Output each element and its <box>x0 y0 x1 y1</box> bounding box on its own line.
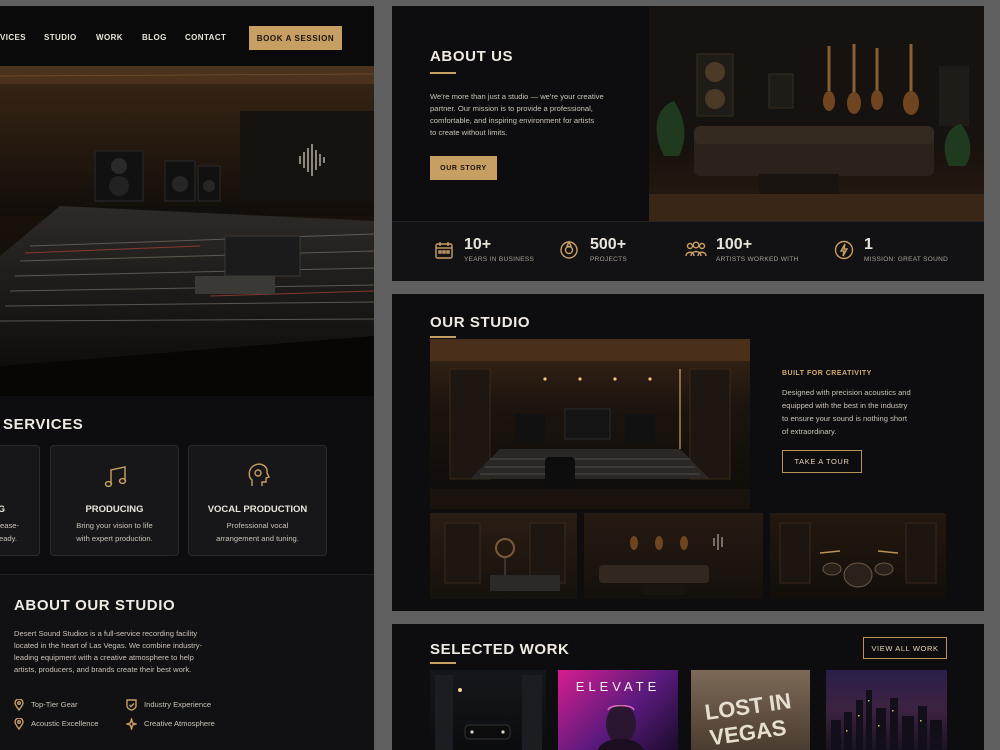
work-cover-night-car[interactable] <box>430 670 546 750</box>
about-studio-line3: leading equipment with a creative atmosp… <box>14 653 194 662</box>
about-us-panel: ABOUT US We're more than just a studio —… <box>392 6 984 281</box>
our-studio-title: OUR STUDIO <box>430 314 531 331</box>
check-shield-icon <box>126 699 137 711</box>
service-producing-title: PRODUCING <box>85 504 144 515</box>
about-us-line4: to create without limits. <box>430 128 508 137</box>
studio-main-image <box>430 339 750 509</box>
cover-elevate-text: ELEVATE <box>576 679 661 694</box>
about-studio-line2: located in the heart of Las Vegas. We co… <box>14 641 203 650</box>
stat-mission-value: 1 <box>864 236 873 253</box>
stat-projects-value: 500+ <box>590 236 627 253</box>
lounge-illustration <box>649 6 984 221</box>
about-studio-section: ABOUT OUR STUDIO Desert Sound Studios is… <box>0 574 374 750</box>
studio-line3: to ensure your sound is nothing short <box>782 414 907 423</box>
cover-skyline-illustration <box>831 690 942 750</box>
about-us-line3: comfortable, and inspiring environment f… <box>430 116 595 125</box>
feature-industry-experience: Industry Experience <box>144 700 212 709</box>
about-studio-line1: Desert Sound Studios is a full-service r… <box>14 629 198 638</box>
nav-studio[interactable]: STUDIO <box>44 33 77 42</box>
pin-icon <box>14 718 24 730</box>
nav-blog[interactable]: BLOG <box>142 33 167 42</box>
about-us-line1: We're more than just a studio — we're yo… <box>430 92 604 101</box>
cover-car-illustration <box>435 675 542 750</box>
selected-work-title: SELECTED WORK <box>430 641 570 658</box>
selected-work-panel: SELECTED WORK VIEW ALL WORK ELEVATE LOST… <box>392 624 984 750</box>
head-profile-icon <box>248 463 270 486</box>
work-cover-elevate[interactable]: ELEVATE <box>558 670 678 750</box>
our-studio-panel: OUR STUDIO BUILT FOR CREATIVITY Designed… <box>392 294 984 611</box>
service-card-partial-line2: eady. <box>0 534 17 543</box>
service-card-partial-line1: ease- <box>0 521 19 530</box>
service-vocal-title: VOCAL PRODUCTION <box>207 504 308 515</box>
stat-years-label: YEARS IN BUSINESS <box>464 256 535 263</box>
service-vocal-line1: Professional vocal <box>226 521 289 530</box>
service-card-vocal[interactable]: VOCAL PRODUCTION Professional vocal arra… <box>188 445 327 556</box>
our-story-button[interactable]: OUR STORY <box>430 156 497 180</box>
stat-years-value: 10+ <box>464 236 492 253</box>
thumb-lounge-illustration <box>599 534 723 595</box>
people-icon <box>685 241 707 257</box>
about-us-line2: partner. Our mission is to provide a pro… <box>430 104 593 113</box>
pin-icon <box>14 699 24 711</box>
bolt-icon <box>834 240 854 260</box>
about-us-title: ABOUT US <box>430 48 514 65</box>
feature-creative-atmosphere: Creative Atmosphere <box>144 719 215 728</box>
studio-thumb-drums <box>770 513 946 599</box>
lounge-image <box>649 6 984 221</box>
sparkle-icon <box>126 718 137 730</box>
service-card-producing[interactable]: PRODUCING Bring your vision to life with… <box>50 445 179 556</box>
studio-kicker: BUILT FOR CREATIVITY <box>782 370 872 377</box>
stat-artists-label: ARTISTS WORKED WITH <box>716 256 799 263</box>
our-studio-underline <box>430 336 456 338</box>
about-studio-title: ABOUT OUR STUDIO <box>14 597 176 614</box>
work-cover-city-skyline[interactable] <box>826 670 947 750</box>
service-card-partial[interactable]: G ease- eady. <box>0 445 40 556</box>
studio-main-illustration <box>430 339 750 509</box>
left-page-panel: VICES STUDIO WORK BLOG CONTACT BOOK A SE… <box>0 6 374 750</box>
hero-console-illustration <box>0 66 374 396</box>
nav-work[interactable]: WORK <box>96 33 123 42</box>
cover-elevate-illustration: ELEVATE <box>576 679 661 750</box>
view-all-work-button[interactable]: VIEW ALL WORK <box>863 637 947 659</box>
about-studio-line4: artists, producers, and brands create th… <box>14 665 192 674</box>
selected-work-underline <box>430 662 456 664</box>
studio-thumb-lounge <box>584 513 763 599</box>
service-producing-line1: Bring your vision to life <box>76 521 153 530</box>
book-session-button[interactable]: BOOK A SESSION <box>249 26 342 50</box>
take-tour-button[interactable]: TAKE A TOUR <box>782 450 862 473</box>
stat-projects-label: PROJECTS <box>590 256 628 263</box>
work-cover-lost-in-vegas[interactable]: LOST IN VEGAS <box>691 670 810 750</box>
thumb-vocal-illustration <box>444 522 566 591</box>
top-nav: VICES STUDIO WORK BLOG CONTACT BOOK A SE… <box>0 6 374 66</box>
service-producing-line2: with expert production. <box>76 534 153 543</box>
about-us-underline <box>430 72 456 74</box>
service-vocal-line2: arrangement and tuning. <box>216 534 299 543</box>
stats-bar: 10+ YEARS IN BUSINESS 500+ PROJECTS 100+… <box>392 221 984 281</box>
studio-thumb-vocal-booth <box>430 513 577 599</box>
nav-services[interactable]: VICES <box>0 33 26 42</box>
studio-line2: equipped with the best in the industry <box>782 401 908 410</box>
service-card-partial-title: G <box>0 504 5 514</box>
music-note-icon <box>104 466 127 488</box>
record-icon <box>560 240 578 259</box>
calendar-icon <box>435 242 453 259</box>
studio-line1: Designed with precision acoustics and <box>782 388 911 397</box>
stat-mission-label: MISSION: GREAT SOUND <box>864 256 949 263</box>
feature-acoustic-excellence: Acoustic Excellence <box>31 719 99 728</box>
nav-contact[interactable]: CONTACT <box>185 33 226 42</box>
studio-line4: of extraordinary. <box>782 427 837 436</box>
cover-vegas-illustration: LOST IN VEGAS <box>703 688 792 750</box>
feature-top-tier-gear: Top-Tier Gear <box>31 700 78 709</box>
hero-console-image <box>0 66 374 396</box>
thumb-drums-illustration <box>779 522 937 588</box>
stat-artists-value: 100+ <box>716 236 753 253</box>
services-title: SERVICES <box>3 416 84 433</box>
